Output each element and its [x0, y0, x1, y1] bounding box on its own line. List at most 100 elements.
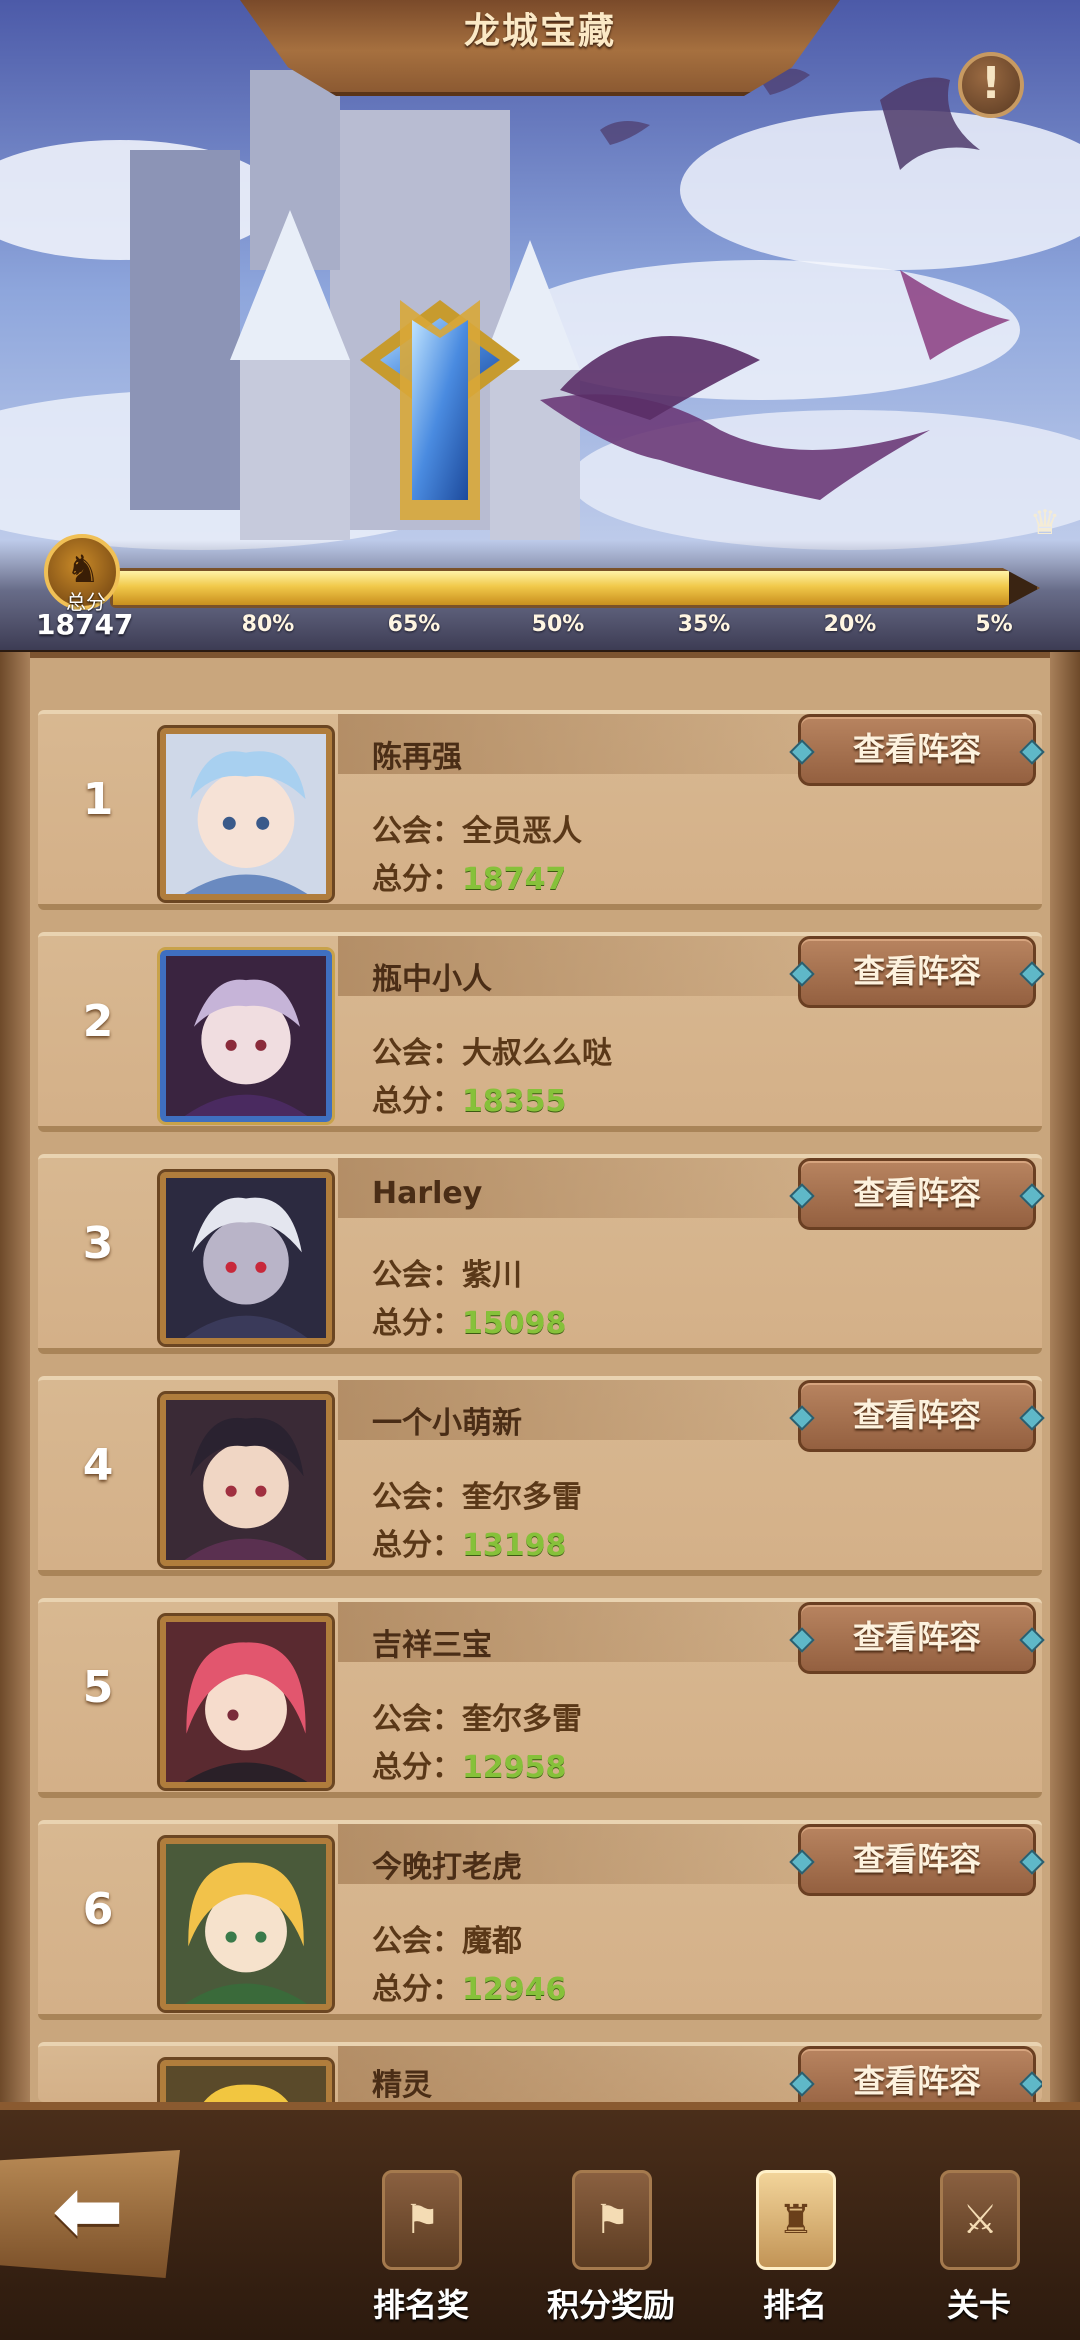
score-key: 总分： — [372, 1084, 462, 1119]
guild-name: 紫川 — [462, 1258, 522, 1293]
player-score: 12946 — [462, 1972, 567, 2007]
page-title: 龙城宝藏 — [463, 11, 616, 52]
player-name: 陈再强 — [372, 740, 462, 775]
portrait-icon — [166, 1178, 326, 1338]
tick-label: 65% — [387, 612, 441, 637]
banner-icon: ⚑ — [572, 2170, 652, 2270]
ranking-row: 2 瓶中小人 公会：大叔么么哒 总分：18355 查看阵容 — [38, 932, 1042, 1132]
hero-banner: 龙城宝藏 ! ♛ — [0, 0, 1080, 650]
player-score: 12958 — [462, 1750, 567, 1785]
tick-label: 20% — [823, 612, 877, 637]
tick-label: 50% — [531, 612, 585, 637]
player-avatar[interactable] — [157, 947, 335, 1125]
ranking-row: 4 一个小萌新 公会：奎尔多雷 总分：13198 查看阵容 — [38, 1376, 1042, 1576]
panel-frame-left — [0, 652, 30, 2102]
view-lineup-button[interactable]: 查看阵容 — [798, 1602, 1036, 1674]
score-line: 总分：18355 — [372, 1076, 566, 1120]
guild-line: 公会：大叔么么哒 — [372, 1028, 612, 1072]
banner-icon: ⚑ — [382, 2170, 462, 2270]
nav-points-reward[interactable]: ⚑ 积分奖励 — [536, 2170, 686, 2340]
progress-fill — [113, 571, 1010, 605]
crown-icon: ♛ — [1029, 503, 1061, 543]
ranking-row: 1 陈再强 公会：全员恶人 总分：18747 查看阵容 — [38, 710, 1042, 910]
tick-label: 35% — [677, 612, 731, 637]
ranking-row: 5 吉祥三宝 公会：奎尔多雷 总分：12958 查看阵容 — [38, 1598, 1042, 1798]
player-score: 18747 — [462, 862, 567, 897]
guild-key: 公会： — [372, 814, 462, 849]
score-key: 总分： — [372, 1306, 462, 1341]
player-avatar[interactable] — [157, 725, 335, 903]
portrait-icon — [166, 1844, 326, 2004]
rank-number: 6 — [82, 1884, 114, 1935]
guild-key: 公会： — [372, 1480, 462, 1515]
player-avatar[interactable] — [157, 2057, 335, 2102]
guild-name: 大叔么么哒 — [462, 1036, 612, 1071]
player-avatar[interactable] — [157, 1613, 335, 1791]
back-arrow-icon: ⬅ — [51, 2161, 125, 2261]
portrait-icon — [166, 2066, 326, 2102]
nav-rank-reward[interactable]: ⚑ 排名奖 — [346, 2170, 496, 2340]
player-name: 精灵 — [372, 2068, 432, 2102]
player-name: 一个小萌新 — [372, 1406, 522, 1441]
ranking-row: 6 今晚打老虎 公会：魔都 总分：12946 查看阵容 — [38, 1820, 1042, 2020]
portrait-icon — [166, 734, 326, 894]
score-line: 总分：13198 — [372, 1520, 566, 1564]
view-lineup-button[interactable]: 查看阵容 — [798, 936, 1036, 1008]
progress-track — [110, 568, 1040, 608]
rank-number: 4 — [82, 1440, 114, 1491]
guild-name: 奎尔多雷 — [462, 1480, 582, 1515]
guild-name: 全员恶人 — [462, 814, 582, 849]
nav-ranking[interactable]: ♜ 排名 — [720, 2170, 870, 2340]
score-key: 总分： — [372, 1972, 462, 2007]
score-key: 总分： — [372, 862, 462, 897]
score-line: 总分：12946 — [372, 1964, 566, 2008]
nav-label: 排名奖 — [372, 2286, 469, 2324]
rank-number: 3 — [82, 1218, 114, 1269]
score-key: 总分： — [372, 1528, 462, 1563]
player-name: Harley — [372, 1176, 483, 1211]
nav-label: 排名 — [762, 2286, 827, 2324]
tick-label: 80% — [241, 612, 295, 637]
ranking-row: 精灵 查看阵容 — [38, 2042, 1042, 2102]
crossed-swords-icon: ⚔ — [940, 2170, 1020, 2270]
panel-frame-right — [1050, 652, 1080, 2102]
guild-line: 公会：魔都 — [372, 1916, 522, 1960]
portrait-icon — [166, 1622, 326, 1782]
player-name: 瓶中小人 — [372, 962, 492, 997]
score-line: 总分：15098 — [372, 1298, 566, 1342]
guild-line: 公会：奎尔多雷 — [372, 1694, 582, 1738]
player-name: 今晚打老虎 — [372, 1850, 522, 1885]
view-lineup-button[interactable]: 查看阵容 — [798, 1158, 1036, 1230]
score-line: 总分：18747 — [372, 854, 566, 898]
view-lineup-button[interactable]: 查看阵容 — [798, 1380, 1036, 1452]
guild-line: 公会：奎尔多雷 — [372, 1472, 582, 1516]
player-score: 18355 — [462, 1084, 567, 1119]
player-avatar[interactable] — [157, 1835, 335, 2013]
guild-name: 奎尔多雷 — [462, 1702, 582, 1737]
view-lineup-button[interactable]: 查看阵容 — [798, 2046, 1036, 2102]
player-avatar[interactable] — [157, 1169, 335, 1347]
guild-line: 公会：全员恶人 — [372, 806, 582, 850]
score-line: 总分：12958 — [372, 1742, 566, 1786]
guild-key: 公会： — [372, 1924, 462, 1959]
nav-label: 积分奖励 — [546, 2286, 675, 2324]
rank-number: 2 — [82, 996, 114, 1047]
portrait-icon — [166, 1400, 326, 1560]
tick-label: 5% — [975, 612, 1013, 637]
view-lineup-button[interactable]: 查看阵容 — [798, 714, 1036, 786]
rank-number: 1 — [82, 774, 114, 825]
guild-key: 公会： — [372, 1258, 462, 1293]
player-score: 15098 — [462, 1306, 567, 1341]
rank-number: 5 — [82, 1662, 114, 1713]
player-score: 13198 — [462, 1528, 567, 1563]
guild-name: 魔都 — [462, 1924, 522, 1959]
guild-line: 公会：紫川 — [372, 1250, 522, 1294]
guild-key: 公会： — [372, 1036, 462, 1071]
player-avatar[interactable] — [157, 1391, 335, 1569]
nav-stage[interactable]: ⚔ 关卡 — [904, 2170, 1054, 2340]
info-button[interactable]: ! — [958, 52, 1024, 118]
view-lineup-button[interactable]: 查看阵容 — [798, 1824, 1036, 1896]
total-score-value: 18747 — [36, 608, 134, 641]
trophy-banner-icon: ♜ — [756, 2170, 836, 2270]
portrait-icon — [166, 956, 326, 1116]
